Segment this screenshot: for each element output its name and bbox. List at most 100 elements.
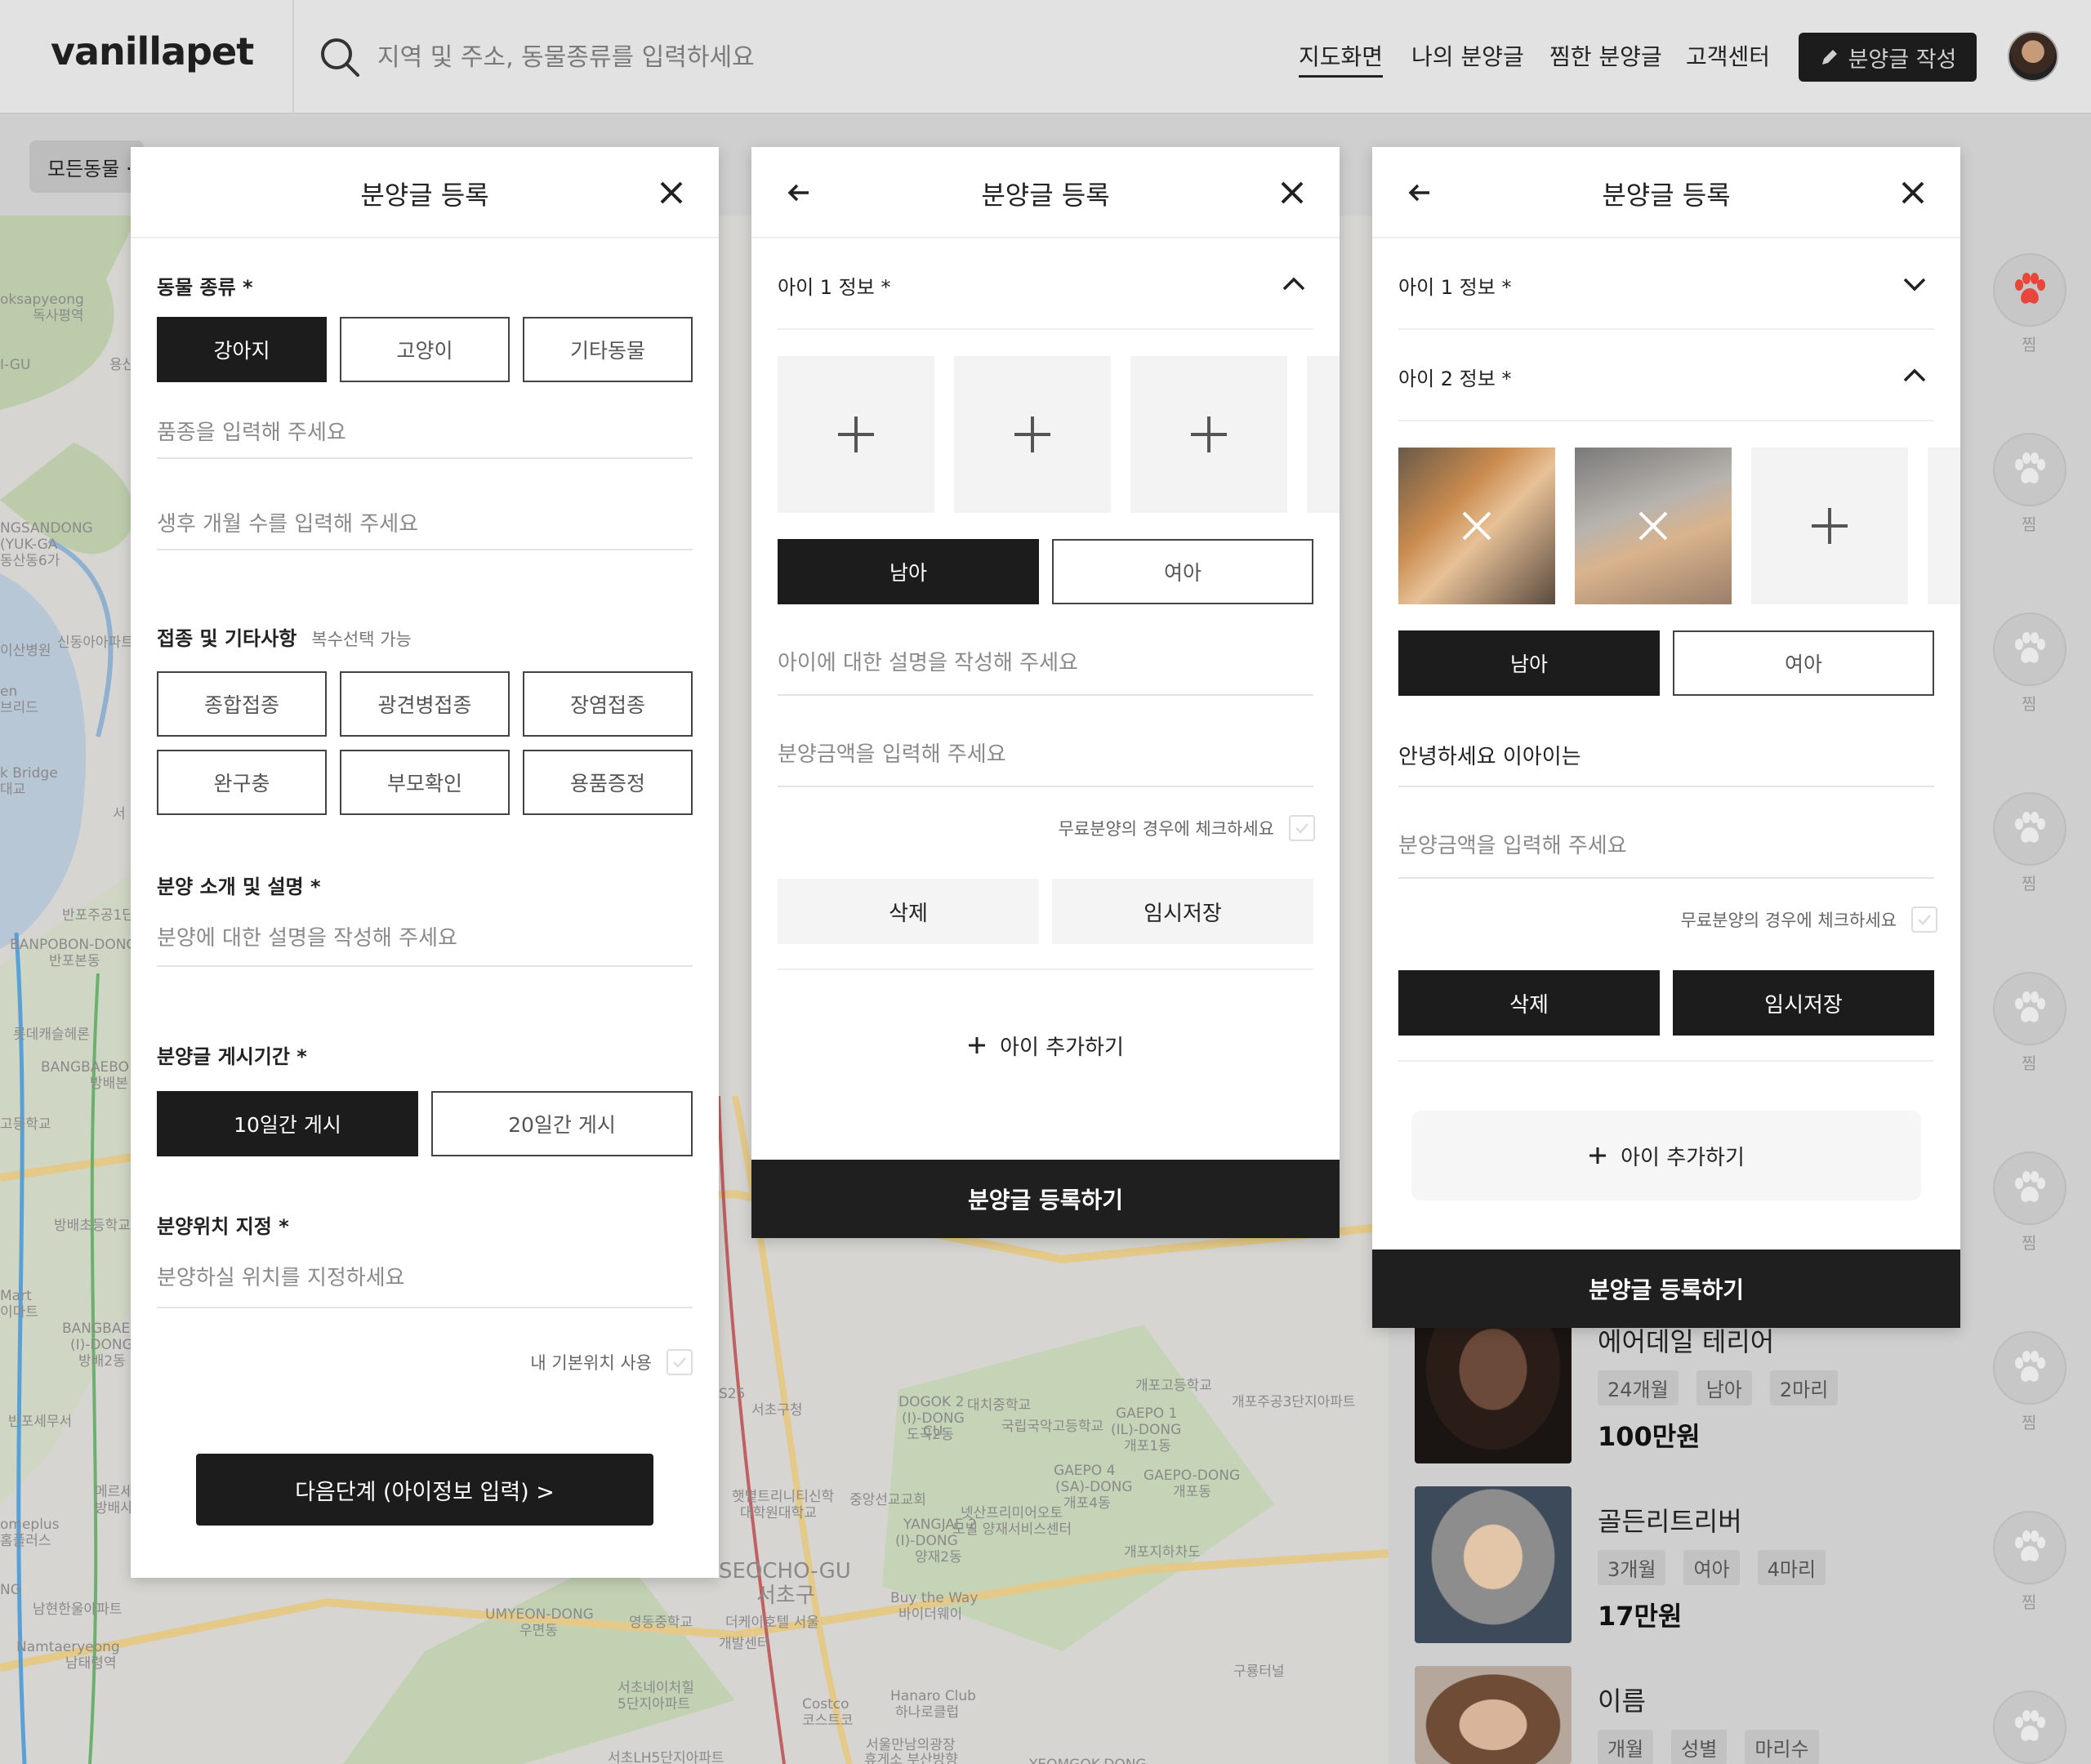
pet-gender: 남아 — [1696, 1370, 1752, 1405]
vaccine-combined[interactable]: 종합접종 — [157, 671, 327, 737]
intro-input[interactable] — [157, 911, 693, 967]
breed-input[interactable] — [157, 408, 693, 459]
submit-post-button[interactable]: 분양글 등록하기 — [1372, 1250, 1960, 1328]
free-adoption-checkbox[interactable] — [1289, 815, 1315, 841]
svg-text:Hanaro Club: Hanaro Club — [890, 1688, 976, 1704]
write-post-button[interactable]: 분양글 작성 — [1799, 33, 1977, 82]
free-adoption-row[interactable]: 무료분양의 경우에 체크하세요 — [1680, 906, 1937, 933]
svg-text:대치중학교: 대치중학교 — [967, 1397, 1031, 1414]
pet-count: 2마리 — [1769, 1370, 1839, 1405]
delete-child-button[interactable]: 삭제 — [778, 879, 1039, 944]
svg-text:대학원대학교: 대학원대학교 — [740, 1505, 817, 1521]
close-icon[interactable] — [1276, 176, 1309, 209]
svg-text:GAEPO 4: GAEPO 4 — [1054, 1463, 1115, 1479]
nav-favorites[interactable]: 찜한 분양글 — [1549, 39, 1662, 72]
delete-child-button[interactable]: 삭제 — [1398, 970, 1660, 1036]
default-location-checkbox[interactable] — [667, 1349, 693, 1375]
free-adoption-row[interactable]: 무료분양의 경우에 체크하세요 — [1058, 815, 1315, 841]
svg-text:모빌 양재서비스센터: 모빌 양재서비스센터 — [952, 1521, 1072, 1538]
nav-my-posts[interactable]: 나의 분양글 — [1411, 39, 1524, 72]
submit-post-button[interactable]: 분양글 등록하기 — [751, 1160, 1340, 1238]
vaccine-enteritis[interactable]: 장염접종 — [523, 671, 693, 737]
gender-female[interactable]: 여아 — [1673, 630, 1934, 696]
species-dog[interactable]: 강아지 — [157, 317, 327, 382]
remove-photo-icon[interactable] — [1635, 508, 1671, 544]
save-draft-button[interactable]: 임시저장 — [1052, 879, 1313, 944]
nav-map-view[interactable]: 지도화면 — [1299, 39, 1384, 78]
gender-female[interactable]: 여아 — [1052, 539, 1313, 604]
add-photo-button[interactable] — [1130, 356, 1287, 513]
avatar[interactable] — [2008, 31, 2058, 82]
favorite-paw-button[interactable] — [1993, 1511, 2066, 1584]
add-photo-button[interactable] — [1307, 356, 1340, 513]
svg-text:하나로클럽: 하나로클럽 — [895, 1704, 959, 1721]
favorite-paw-button[interactable] — [1993, 1690, 2066, 1764]
species-other[interactable]: 기타동물 — [523, 317, 693, 382]
favorite-paw-button[interactable] — [1993, 433, 2066, 506]
add-photo-button[interactable] — [1751, 448, 1908, 604]
pet-photo — [1415, 1486, 1572, 1643]
paw-icon — [2015, 1530, 2045, 1561]
age-input[interactable] — [157, 500, 693, 550]
species-cat[interactable]: 고양이 — [340, 317, 510, 382]
child-desc-input[interactable] — [1398, 724, 1934, 787]
pet-photo-thumb[interactable] — [1398, 448, 1555, 604]
svg-text:휴게소 부산방향: 휴게소 부산방향 — [864, 1752, 958, 1764]
favorite-paw-button[interactable] — [1993, 972, 2066, 1045]
next-step-button[interactable]: 다음단계 (아이정보 입력) > — [196, 1454, 653, 1526]
add-photo-button[interactable] — [1928, 448, 1960, 604]
favorite-paw-button[interactable] — [1993, 253, 2066, 327]
favorite-label: 찜 — [2022, 1054, 2037, 1073]
add-photo-button[interactable] — [954, 356, 1111, 513]
search-icon[interactable] — [315, 33, 364, 82]
add-child-button[interactable]: 아이 추가하기 — [1411, 1111, 1921, 1200]
svg-text:브리드: 브리드 — [0, 700, 38, 716]
child-desc-input[interactable] — [778, 632, 1313, 696]
close-icon[interactable] — [655, 176, 688, 209]
child-price-input[interactable] — [778, 724, 1313, 787]
pet-photo-thumb[interactable] — [1575, 448, 1732, 604]
favorite-paw-button[interactable] — [1993, 612, 2066, 686]
chevron-up-icon[interactable] — [1279, 270, 1309, 299]
svg-text:이마트: 이마트 — [0, 1304, 38, 1321]
gender-male[interactable]: 남아 — [1398, 630, 1660, 696]
favorite-label: 찜 — [2022, 1592, 2037, 1612]
search-input[interactable] — [377, 33, 965, 82]
pencil-icon — [1821, 50, 1837, 65]
add-photo-button[interactable] — [778, 356, 934, 513]
vaccine-supplies[interactable]: 용품증정 — [523, 750, 693, 815]
svg-text:개포고등학교: 개포고등학교 — [1135, 1378, 1212, 1394]
remove-photo-icon[interactable] — [1459, 508, 1495, 544]
nav-customer-center[interactable]: 고객센터 — [1686, 39, 1770, 72]
free-adoption-checkbox[interactable] — [1911, 906, 1937, 933]
post-modal-step2-filled: 분양글 등록 아이 1 정보 * 아이 2 정보 * 남아 여아 무료분양의 경… — [1372, 147, 1960, 1328]
period-10days[interactable]: 10일간 게시 — [157, 1091, 418, 1156]
vaccine-deworming[interactable]: 완구충 — [157, 750, 327, 815]
favorite-paw-button[interactable] — [1993, 792, 2066, 866]
add-child-button[interactable]: 아이 추가하기 — [778, 1013, 1313, 1078]
vaccine-rabies[interactable]: 광견병접종 — [340, 671, 510, 737]
period-20days[interactable]: 20일간 게시 — [431, 1091, 693, 1156]
add-child-label: 아이 추가하기 — [1621, 1145, 1745, 1170]
location-input[interactable] — [157, 1250, 693, 1308]
child2-label: 아이 2 정보 * — [1398, 368, 1512, 390]
free-adoption-label: 무료분양의 경우에 체크하세요 — [1058, 819, 1274, 839]
save-draft-button[interactable]: 임시저장 — [1673, 970, 1934, 1036]
pet-photo — [1415, 1666, 1572, 1764]
chevron-down-icon[interactable] — [1900, 270, 1929, 299]
gender-male[interactable]: 남아 — [778, 539, 1039, 604]
child1-label: 아이 1 정보 * — [1398, 276, 1512, 299]
section-divider — [778, 328, 1313, 330]
filter-all-animals[interactable]: 모든동물 · — [29, 140, 144, 193]
favorite-paw-button[interactable] — [1993, 1152, 2066, 1225]
chevron-up-icon[interactable] — [1900, 361, 1929, 390]
pet-price: 100만원 — [1598, 1421, 1701, 1452]
vaccine-parents[interactable]: 부모확인 — [340, 750, 510, 815]
favorite-label: 찜 — [2022, 1413, 2037, 1432]
pet-count: 마리수 — [1745, 1730, 1819, 1764]
logo[interactable]: vanillapet — [51, 29, 254, 74]
child-price-input[interactable] — [1398, 815, 1934, 879]
default-location-row[interactable]: 내 기본위치 사용 — [530, 1349, 693, 1375]
favorite-paw-button[interactable] — [1993, 1331, 2066, 1405]
close-icon[interactable] — [1897, 176, 1929, 209]
